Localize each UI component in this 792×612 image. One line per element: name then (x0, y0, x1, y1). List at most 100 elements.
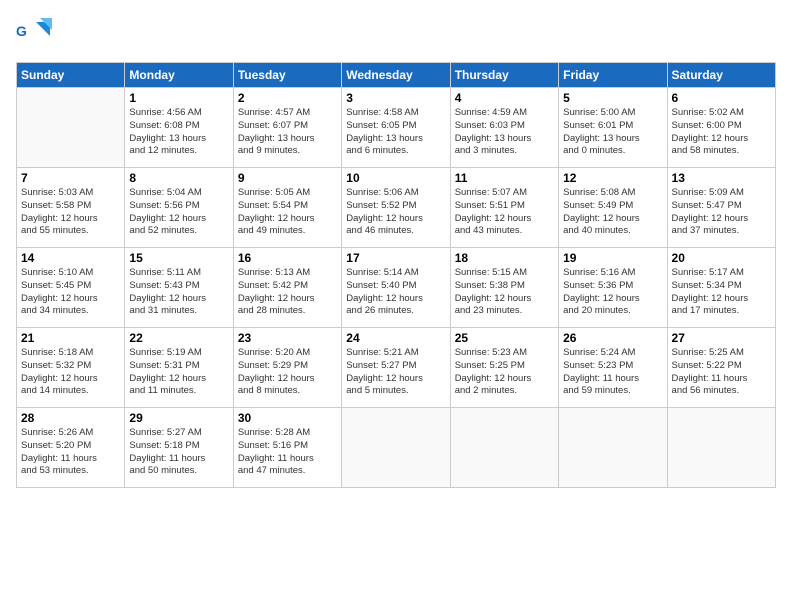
day-number: 25 (455, 331, 554, 345)
day-cell: 24 Sunrise: 5:21 AM Sunset: 5:27 PM Dayli… (342, 328, 450, 408)
calendar-header-row: SundayMondayTuesdayWednesdayThursdayFrid… (17, 63, 776, 88)
day-info: Sunrise: 4:56 AM Sunset: 6:08 PM Dayligh… (129, 107, 228, 158)
day-number: 21 (21, 331, 120, 345)
day-cell (342, 408, 450, 488)
day-info: Sunrise: 5:27 AM Sunset: 5:18 PM Dayligh… (129, 427, 228, 478)
logo: G (16, 16, 56, 52)
day-number: 3 (346, 91, 445, 105)
day-number: 9 (238, 171, 337, 185)
day-cell: 10 Sunrise: 5:06 AM Sunset: 5:52 PM Dayli… (342, 168, 450, 248)
day-number: 13 (672, 171, 771, 185)
week-row-4: 21Sunrise: 5:18 AM Sunset: 5:32 PM Dayli… (17, 328, 776, 408)
day-info: Sunrise: 4:57 AM Sunset: 6:07 PM Dayligh… (238, 107, 337, 158)
col-header-saturday: Saturday (667, 63, 775, 88)
day-cell: 4Sunrise: 4:59 AM Sunset: 6:03 PM Daylig… (450, 88, 558, 168)
day-number: 19 (563, 251, 662, 265)
col-header-wednesday: Wednesday (342, 63, 450, 88)
col-header-tuesday: Tuesday (233, 63, 341, 88)
day-number: 22 (129, 331, 228, 345)
day-cell: 19Sunrise: 5:16 AM Sunset: 5:36 PM Dayli… (559, 248, 667, 328)
day-cell: 2 Sunrise: 4:57 AM Sunset: 6:07 PM Daylig… (233, 88, 341, 168)
day-number: 2 (238, 91, 337, 105)
col-header-sunday: Sunday (17, 63, 125, 88)
day-number: 30 (238, 411, 337, 425)
day-info: Sunrise: 5:26 AM Sunset: 5:20 PM Dayligh… (21, 427, 120, 478)
week-row-5: 28Sunrise: 5:26 AM Sunset: 5:20 PM Dayli… (17, 408, 776, 488)
week-row-3: 14 Sunrise: 5:10 AM Sunset: 5:45 PM Dayli… (17, 248, 776, 328)
day-cell: 1 Sunrise: 4:56 AM Sunset: 6:08 PM Daylig… (125, 88, 233, 168)
day-info: Sunrise: 5:20 AM Sunset: 5:29 PM Dayligh… (238, 347, 337, 398)
day-cell (450, 408, 558, 488)
day-number: 4 (455, 91, 554, 105)
day-info: Sunrise: 5:11 AM Sunset: 5:43 PM Dayligh… (129, 267, 228, 318)
day-cell (17, 88, 125, 168)
day-cell: 22 Sunrise: 5:19 AM Sunset: 5:31 PM Dayli… (125, 328, 233, 408)
day-cell: 20 Sunrise: 5:17 AM Sunset: 5:34 PM Dayli… (667, 248, 775, 328)
day-cell: 7 Sunrise: 5:03 AM Sunset: 5:58 PM Daylig… (17, 168, 125, 248)
day-number: 5 (563, 91, 662, 105)
day-cell: 8 Sunrise: 5:04 AM Sunset: 5:56 PM Daylig… (125, 168, 233, 248)
day-info: Sunrise: 5:04 AM Sunset: 5:56 PM Dayligh… (129, 187, 228, 238)
day-info: Sunrise: 5:02 AM Sunset: 6:00 PM Dayligh… (672, 107, 771, 158)
day-info: Sunrise: 5:19 AM Sunset: 5:31 PM Dayligh… (129, 347, 228, 398)
day-number: 14 (21, 251, 120, 265)
day-info: Sunrise: 5:05 AM Sunset: 5:54 PM Dayligh… (238, 187, 337, 238)
svg-text:G: G (16, 23, 27, 39)
day-info: Sunrise: 5:08 AM Sunset: 5:49 PM Dayligh… (563, 187, 662, 238)
day-cell: 17Sunrise: 5:14 AM Sunset: 5:40 PM Dayli… (342, 248, 450, 328)
day-cell: 26Sunrise: 5:24 AM Sunset: 5:23 PM Dayli… (559, 328, 667, 408)
day-cell: 25 Sunrise: 5:23 AM Sunset: 5:25 PM Dayli… (450, 328, 558, 408)
day-info: Sunrise: 5:14 AM Sunset: 5:40 PM Dayligh… (346, 267, 445, 318)
day-cell: 13 Sunrise: 5:09 AM Sunset: 5:47 PM Dayli… (667, 168, 775, 248)
day-number: 26 (563, 331, 662, 345)
day-info: Sunrise: 5:23 AM Sunset: 5:25 PM Dayligh… (455, 347, 554, 398)
day-info: Sunrise: 4:58 AM Sunset: 6:05 PM Dayligh… (346, 107, 445, 158)
day-cell: 5Sunrise: 5:00 AM Sunset: 6:01 PM Daylig… (559, 88, 667, 168)
day-number: 1 (129, 91, 228, 105)
day-info: Sunrise: 5:06 AM Sunset: 5:52 PM Dayligh… (346, 187, 445, 238)
week-row-1: 1 Sunrise: 4:56 AM Sunset: 6:08 PM Daylig… (17, 88, 776, 168)
day-cell: 9 Sunrise: 5:05 AM Sunset: 5:54 PM Daylig… (233, 168, 341, 248)
day-cell: 12 Sunrise: 5:08 AM Sunset: 5:49 PM Dayli… (559, 168, 667, 248)
day-cell (667, 408, 775, 488)
day-info: Sunrise: 5:03 AM Sunset: 5:58 PM Dayligh… (21, 187, 120, 238)
day-number: 27 (672, 331, 771, 345)
day-cell: 23Sunrise: 5:20 AM Sunset: 5:29 PM Dayli… (233, 328, 341, 408)
calendar-body: 1 Sunrise: 4:56 AM Sunset: 6:08 PM Daylig… (17, 88, 776, 488)
day-cell: 30 Sunrise: 5:28 AM Sunset: 5:16 PM Dayli… (233, 408, 341, 488)
day-info: Sunrise: 5:17 AM Sunset: 5:34 PM Dayligh… (672, 267, 771, 318)
day-cell: 18 Sunrise: 5:15 AM Sunset: 5:38 PM Dayli… (450, 248, 558, 328)
day-info: Sunrise: 5:13 AM Sunset: 5:42 PM Dayligh… (238, 267, 337, 318)
day-cell: 15 Sunrise: 5:11 AM Sunset: 5:43 PM Dayli… (125, 248, 233, 328)
day-cell: 14 Sunrise: 5:10 AM Sunset: 5:45 PM Dayli… (17, 248, 125, 328)
day-cell: 28Sunrise: 5:26 AM Sunset: 5:20 PM Dayli… (17, 408, 125, 488)
day-info: Sunrise: 5:25 AM Sunset: 5:22 PM Dayligh… (672, 347, 771, 398)
day-number: 16 (238, 251, 337, 265)
day-number: 7 (21, 171, 120, 185)
day-number: 8 (129, 171, 228, 185)
day-number: 15 (129, 251, 228, 265)
day-info: Sunrise: 5:07 AM Sunset: 5:51 PM Dayligh… (455, 187, 554, 238)
day-info: Sunrise: 5:15 AM Sunset: 5:38 PM Dayligh… (455, 267, 554, 318)
day-number: 24 (346, 331, 445, 345)
page-header: G (16, 16, 776, 52)
calendar-table: SundayMondayTuesdayWednesdayThursdayFrid… (16, 62, 776, 488)
col-header-friday: Friday (559, 63, 667, 88)
day-cell: 11 Sunrise: 5:07 AM Sunset: 5:51 PM Dayli… (450, 168, 558, 248)
day-number: 6 (672, 91, 771, 105)
week-row-2: 7 Sunrise: 5:03 AM Sunset: 5:58 PM Daylig… (17, 168, 776, 248)
day-number: 18 (455, 251, 554, 265)
col-header-thursday: Thursday (450, 63, 558, 88)
day-number: 10 (346, 171, 445, 185)
day-number: 12 (563, 171, 662, 185)
day-cell: 29 Sunrise: 5:27 AM Sunset: 5:18 PM Dayli… (125, 408, 233, 488)
day-number: 11 (455, 171, 554, 185)
day-cell: 16 Sunrise: 5:13 AM Sunset: 5:42 PM Dayli… (233, 248, 341, 328)
day-info: Sunrise: 5:28 AM Sunset: 5:16 PM Dayligh… (238, 427, 337, 478)
day-info: Sunrise: 5:10 AM Sunset: 5:45 PM Dayligh… (21, 267, 120, 318)
day-number: 20 (672, 251, 771, 265)
day-cell: 21Sunrise: 5:18 AM Sunset: 5:32 PM Dayli… (17, 328, 125, 408)
day-info: Sunrise: 5:21 AM Sunset: 5:27 PM Dayligh… (346, 347, 445, 398)
day-number: 29 (129, 411, 228, 425)
day-info: Sunrise: 5:09 AM Sunset: 5:47 PM Dayligh… (672, 187, 771, 238)
